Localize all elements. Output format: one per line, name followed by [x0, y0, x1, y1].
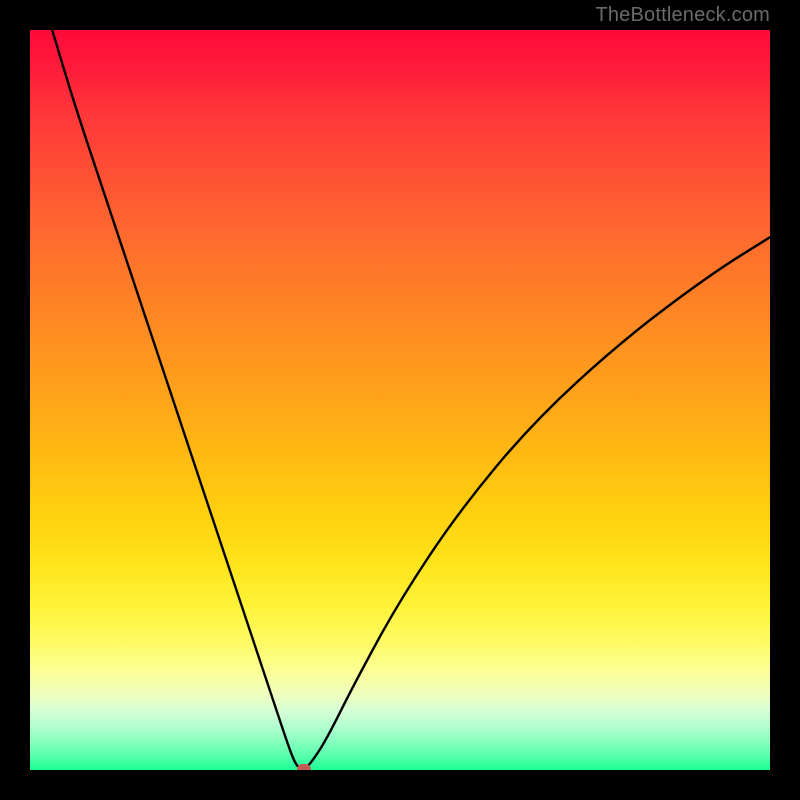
- bottleneck-curve: [52, 30, 770, 769]
- watermark-text: TheBottleneck.com: [595, 4, 770, 27]
- chart-frame: TheBottleneck.com: [0, 0, 800, 800]
- optimal-point-marker: [297, 764, 311, 770]
- plot-area: [30, 30, 770, 770]
- curve-layer: [30, 30, 770, 770]
